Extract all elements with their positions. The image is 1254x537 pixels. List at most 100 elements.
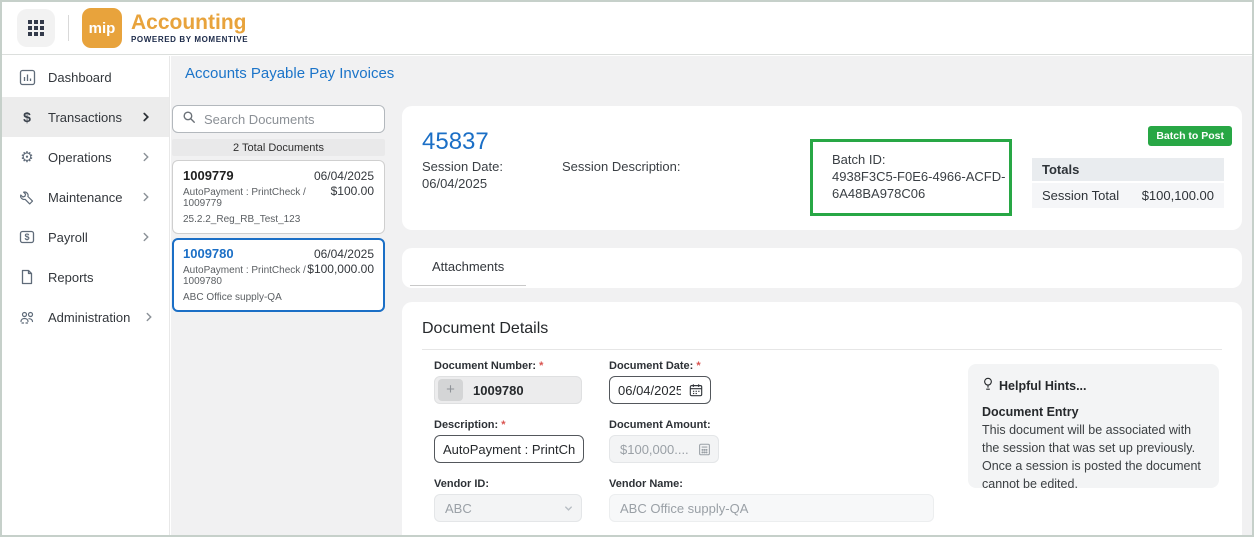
search-icon xyxy=(182,110,196,129)
document-list-item[interactable]: 1009779 06/04/2025 AutoPayment : PrintCh… xyxy=(172,160,385,234)
document-details-card: Document Details Document Number: * + 10… xyxy=(402,302,1242,537)
sidebar-item-label: Administration xyxy=(48,310,130,325)
document-amount: $100,000.00 xyxy=(307,262,374,276)
vendor-id-label: Vendor ID: xyxy=(434,478,489,490)
gear-icon: ⚙ xyxy=(18,150,36,165)
people-icon xyxy=(18,310,36,324)
attachments-card: Attachments xyxy=(402,248,1242,288)
total-documents-bar: 2 Total Documents xyxy=(172,139,385,156)
section-divider xyxy=(422,349,1222,350)
session-summary-card: 45837 Session Date: 06/04/2025 Session D… xyxy=(402,106,1242,230)
sidebar-item-label: Payroll xyxy=(48,230,88,245)
wrench-icon xyxy=(18,189,36,205)
tab-attachments-label: Attachments xyxy=(432,259,504,274)
vendor-id-value: ABC xyxy=(435,501,482,516)
sidebar-item-label: Operations xyxy=(48,150,112,165)
sidebar-item-reports[interactable]: Reports xyxy=(2,257,169,297)
batch-id-value: 4938F3C5-F0E6-4966-ACFD-6A48BA978C06 xyxy=(832,168,1006,202)
required-marker: * xyxy=(539,360,543,372)
sidebar-item-payroll[interactable]: $ Payroll xyxy=(2,217,169,257)
search-box xyxy=(172,105,385,133)
required-marker: * xyxy=(696,360,700,372)
product-tagline: POWERED BY MOMENTIVE xyxy=(131,35,248,44)
sidebar-item-operations[interactable]: ⚙ Operations xyxy=(2,137,169,177)
sidebar-item-dashboard[interactable]: Dashboard xyxy=(2,57,169,97)
session-number: 45837 xyxy=(422,128,489,156)
dashboard-icon xyxy=(18,69,36,86)
page-title: Accounts Payable Pay Invoices xyxy=(185,65,394,82)
vendor-name-field: ABC Office supply-QA xyxy=(609,494,934,522)
document-date-field xyxy=(609,376,711,404)
payroll-icon: $ xyxy=(18,229,36,245)
sidebar-item-label: Transactions xyxy=(48,110,122,125)
total-documents-label: 2 Total Documents xyxy=(233,142,324,154)
calculator-icon xyxy=(698,443,711,456)
document-icon xyxy=(18,269,36,285)
svg-text:$: $ xyxy=(24,232,29,242)
mip-logo: mip xyxy=(82,8,122,48)
chevron-right-icon xyxy=(139,230,153,244)
vendor-name-value: ABC Office supply-QA xyxy=(610,501,758,516)
hints-body: This document will be associated with th… xyxy=(982,421,1205,494)
description-field xyxy=(434,435,584,463)
top-bar: mip Accounting POWERED BY MOMENTIVE xyxy=(2,2,1252,55)
document-date-input[interactable] xyxy=(610,383,689,398)
document-description: AutoPayment : PrintCheck / 1009780 xyxy=(183,265,307,287)
search-input[interactable] xyxy=(204,112,380,127)
document-description: AutoPayment : PrintCheck / 1009779 xyxy=(183,187,331,209)
app-window: mip Accounting POWERED BY MOMENTIVE Dash… xyxy=(0,0,1254,537)
description-label: Description: * xyxy=(434,419,506,431)
batch-id-label: Batch ID: xyxy=(832,151,1001,168)
document-number-label: Document Number: * xyxy=(434,360,543,372)
status-badge: Batch to Post xyxy=(1148,126,1232,146)
grid-icon xyxy=(28,20,44,36)
header-divider xyxy=(68,15,69,41)
required-marker: * xyxy=(501,419,505,431)
main-content: Accounts Payable Pay Invoices 2 Total Do… xyxy=(171,56,1252,535)
chevron-right-icon xyxy=(139,150,153,164)
sidebar-item-administration[interactable]: Administration xyxy=(2,297,169,337)
totals-row-label: Session Total xyxy=(1042,188,1119,203)
sidebar-item-label: Reports xyxy=(48,270,94,285)
document-list-item-selected[interactable]: 1009780 06/04/2025 AutoPayment : PrintCh… xyxy=(172,238,385,312)
document-note: 25.2.2_Reg_RB_Test_123 xyxy=(183,214,374,225)
app-launcher-button[interactable] xyxy=(17,9,55,47)
mip-logo-text: mip xyxy=(89,20,116,37)
hints-subtitle: Document Entry xyxy=(982,405,1205,419)
documents-panel: 2 Total Documents 1009779 06/04/2025 Aut… xyxy=(172,105,385,312)
document-date: 06/04/2025 xyxy=(314,247,374,261)
sidebar-item-transactions[interactable]: $ Transactions xyxy=(2,97,169,137)
document-date: 06/04/2025 xyxy=(314,169,374,183)
sidebar-item-label: Dashboard xyxy=(48,70,112,85)
sidebar-item-label: Maintenance xyxy=(48,190,122,205)
vendor-name-label: Vendor Name: xyxy=(609,478,683,490)
document-amount-field: $100,000.... xyxy=(609,435,719,463)
brand-text: Accounting POWERED BY MOMENTIVE xyxy=(131,12,248,44)
session-description-label: Session Description: xyxy=(562,159,681,174)
document-number-field: + 1009780 xyxy=(434,376,582,404)
plus-icon[interactable]: + xyxy=(438,379,463,401)
dollar-icon: $ xyxy=(18,109,36,125)
batch-id-highlight-box: Batch ID: 4938F3C5-F0E6-4966-ACFD-6A48BA… xyxy=(810,139,1012,216)
chevron-right-icon xyxy=(139,190,153,204)
chevron-right-icon xyxy=(142,310,156,324)
product-title: Accounting xyxy=(131,12,248,33)
document-number: 1009779 xyxy=(183,168,234,183)
document-number: 1009780 xyxy=(183,246,234,261)
document-note: ABC Office supply-QA xyxy=(183,292,374,303)
description-input[interactable] xyxy=(435,442,583,457)
tab-attachments[interactable]: Attachments xyxy=(410,248,526,286)
section-title: Document Details xyxy=(422,320,548,338)
vendor-id-field: ABC xyxy=(434,494,582,522)
document-number-value: 1009780 xyxy=(473,383,524,398)
sidebar-item-maintenance[interactable]: Maintenance xyxy=(2,177,169,217)
document-amount-value: $100,000.... xyxy=(610,442,698,457)
document-date-label: Document Date: * xyxy=(609,360,701,372)
totals-table: Totals Session Total $100,100.00 xyxy=(1032,158,1224,208)
chevron-down-icon xyxy=(563,503,574,514)
session-date-label: Session Date: xyxy=(422,159,503,174)
session-date-value: 06/04/2025 xyxy=(422,176,487,191)
sidebar: Dashboard $ Transactions ⚙ Operations Ma… xyxy=(2,56,170,535)
calendar-icon[interactable] xyxy=(689,383,703,397)
helpful-hints-panel: Helpful Hints... Document Entry This doc… xyxy=(968,364,1219,488)
